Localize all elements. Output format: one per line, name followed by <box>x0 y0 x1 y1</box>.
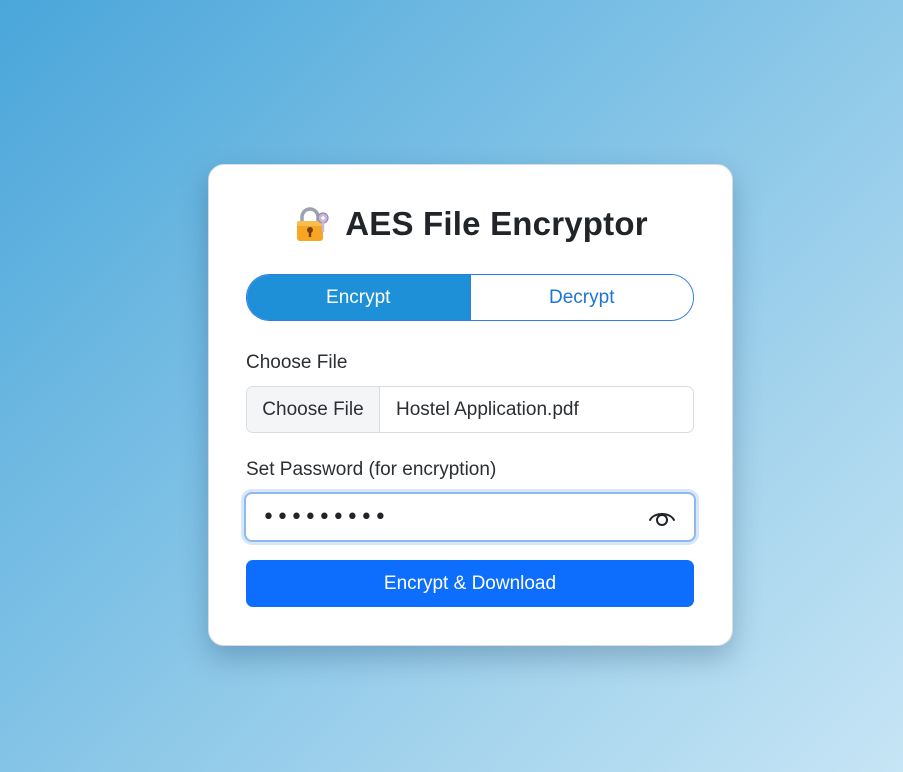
lock-with-key-icon <box>293 205 331 243</box>
eye-icon[interactable] <box>648 507 676 529</box>
password-field-wrapper <box>244 492 696 542</box>
encrypt-download-button[interactable]: Encrypt & Download <box>246 560 694 607</box>
file-label: Choose File <box>246 352 348 373</box>
page-title: AES File Encryptor <box>345 205 648 242</box>
mode-switch: Encrypt Decrypt <box>246 274 694 321</box>
title-row: AES File Encryptor <box>209 205 732 243</box>
file-input[interactable]: Choose File Hostel Application.pdf <box>246 386 694 433</box>
choose-file-button[interactable]: Choose File <box>247 387 380 432</box>
decrypt-tab[interactable]: Decrypt <box>469 275 693 320</box>
password-label: Set Password (for encryption) <box>246 459 497 480</box>
selected-file-name: Hostel Application.pdf <box>396 398 579 420</box>
password-input[interactable] <box>246 494 694 540</box>
encrypt-tab[interactable]: Encrypt <box>247 275 470 320</box>
encryptor-card: AES File Encryptor Encrypt Decrypt Choos… <box>208 164 733 646</box>
